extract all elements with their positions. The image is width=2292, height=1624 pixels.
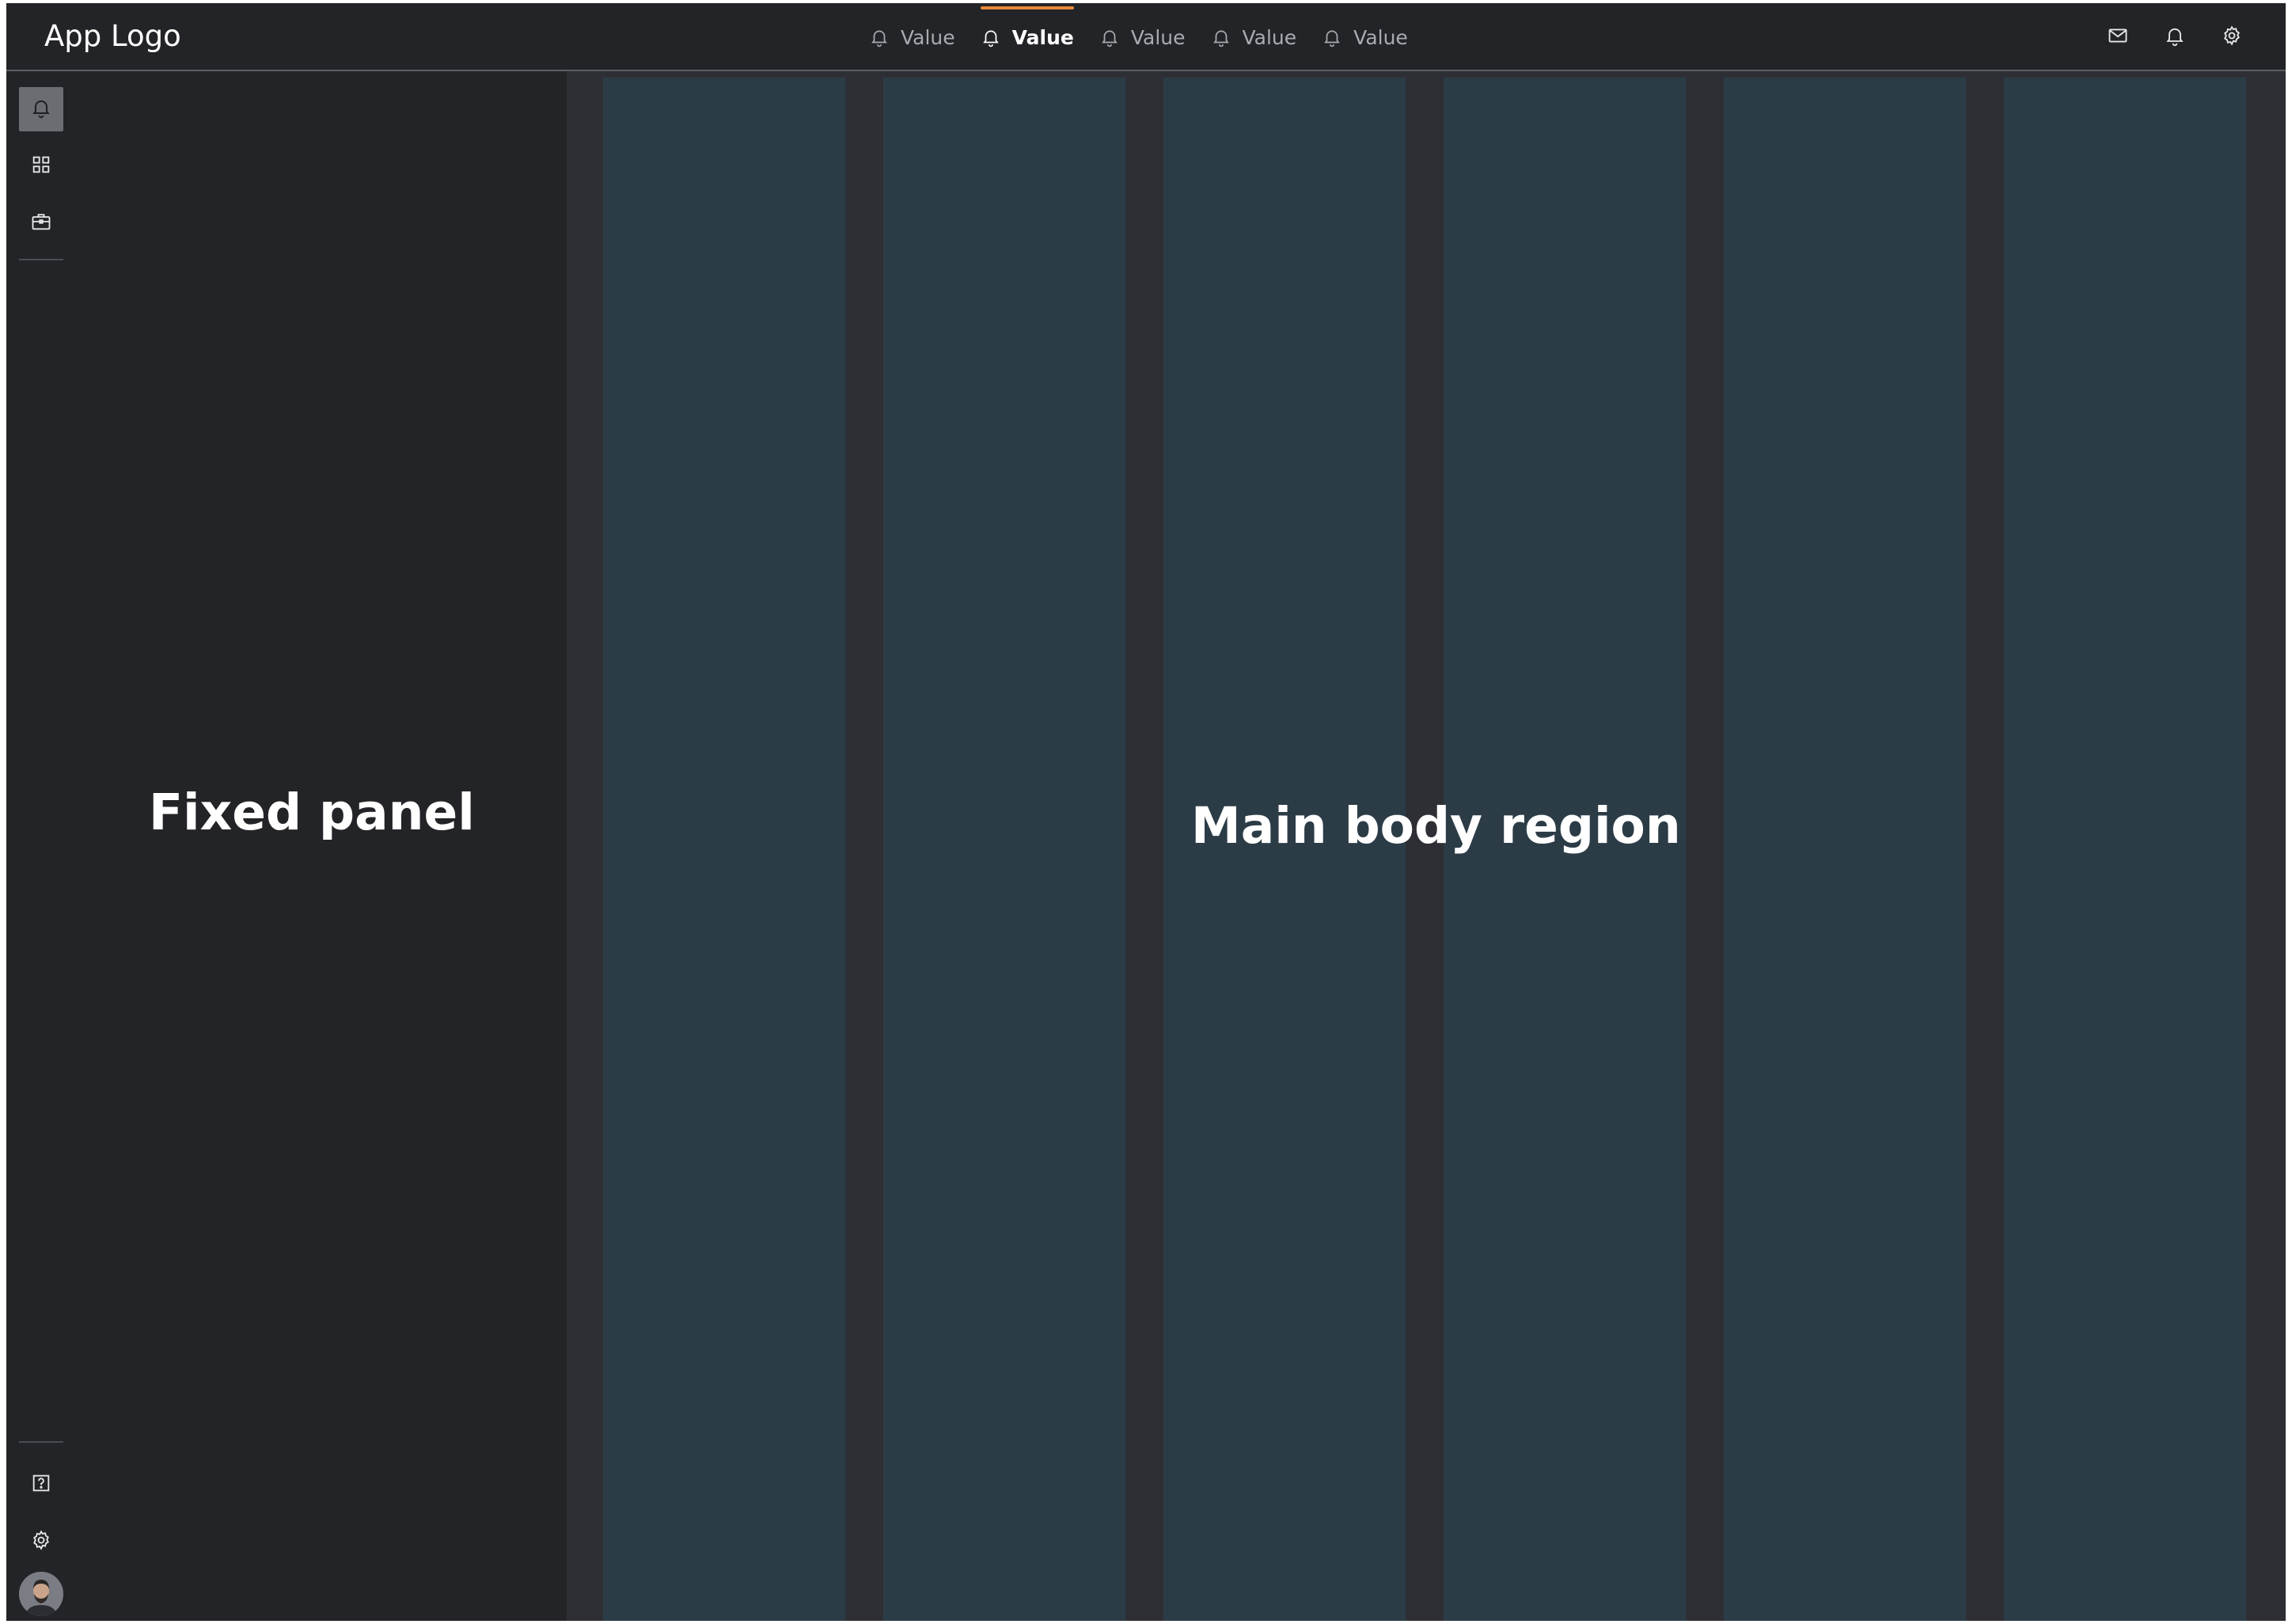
grid-column — [1724, 78, 1966, 1621]
main-body-region: Main body region — [567, 71, 2286, 1621]
rail-divider — [19, 259, 63, 260]
grid-column — [2004, 78, 2246, 1621]
top-tabs: Value Value Value Value Value — [869, 3, 1433, 71]
rail-settings[interactable] — [19, 1520, 63, 1564]
fixed-panel-label: Fixed panel — [149, 784, 475, 841]
bell-icon — [981, 27, 1001, 47]
header-actions — [2074, 3, 2245, 71]
tab-value-3[interactable]: Value — [1099, 3, 1186, 71]
rail-help[interactable] — [19, 1463, 63, 1507]
mail-button[interactable] — [2105, 25, 2131, 50]
notifications-button[interactable] — [2162, 25, 2188, 50]
settings-button[interactable] — [2219, 25, 2245, 50]
tab-label: Value — [1353, 25, 1408, 49]
tab-label: Value — [1011, 25, 1074, 49]
gear-icon — [2221, 25, 2243, 50]
grid-column — [603, 78, 845, 1621]
help-icon — [30, 1472, 52, 1497]
bell-icon — [1211, 27, 1231, 47]
tab-value-5[interactable]: Value — [1322, 3, 1408, 71]
fixed-panel: Fixed panel — [76, 71, 567, 1621]
main-body-label: Main body region — [1191, 797, 1681, 855]
bell-icon — [1322, 27, 1342, 47]
top-app-bar: App Logo Value Value Value Value Value — [6, 3, 2286, 71]
tab-value-2[interactable]: Value — [980, 3, 1075, 71]
rail-briefcase[interactable] — [19, 201, 63, 245]
tab-label: Value — [1130, 25, 1186, 49]
bell-icon — [2164, 25, 2186, 50]
tab-label: Value — [901, 25, 955, 49]
rail-divider — [19, 1441, 63, 1443]
bell-icon — [30, 97, 52, 122]
briefcase-icon — [30, 211, 52, 236]
rail-notifications[interactable] — [19, 87, 63, 131]
avatar[interactable] — [19, 1572, 63, 1616]
app-logo[interactable]: App Logo — [44, 19, 181, 53]
tab-label: Value — [1242, 25, 1297, 49]
bell-icon — [869, 27, 890, 47]
gear-icon — [30, 1529, 52, 1554]
grid-column — [883, 78, 1125, 1621]
navigation-rail — [6, 71, 76, 1621]
rail-dashboard[interactable] — [19, 144, 63, 188]
grid-icon — [30, 154, 52, 179]
app-window: App Logo Value Value Value Value Value F… — [6, 3, 2286, 1621]
bell-icon — [1099, 27, 1120, 47]
tab-value-1[interactable]: Value — [869, 3, 955, 71]
tab-value-4[interactable]: Value — [1211, 3, 1297, 71]
mail-icon — [2107, 25, 2129, 50]
